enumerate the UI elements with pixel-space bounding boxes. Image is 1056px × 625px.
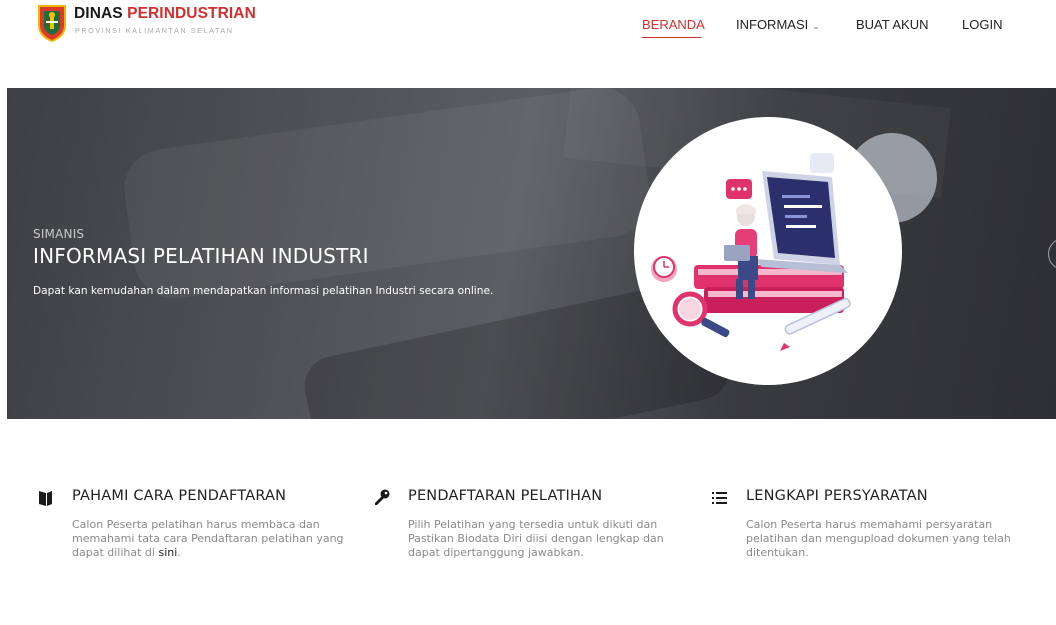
feature-title: PAHAMI CARA PENDAFTARAN: [72, 488, 287, 504]
nav-informasi-label: INFORMASI: [736, 17, 809, 32]
nav-login[interactable]: LOGIN: [962, 17, 1002, 32]
active-nav-underline: [642, 37, 701, 38]
hero-illustration: [634, 117, 902, 385]
feature-title: LENGKAPI PERSYARATAN: [746, 488, 928, 504]
nav-beranda[interactable]: BERANDA: [642, 17, 705, 32]
chevron-down-icon: ⌄: [812, 21, 820, 31]
feature-description: Calon Peserta pelatihan harus membaca da…: [72, 518, 344, 559]
carousel-next-button[interactable]: [1048, 238, 1056, 270]
hero-eyebrow: SIMANIS: [33, 227, 85, 241]
key-icon: [372, 488, 392, 508]
hero-description: Dapat kan kemudahan dalam mendapatkan in…: [33, 285, 494, 297]
feature-description: Calon Peserta harus memahami persyaratan…: [746, 518, 1011, 559]
feature-title: PENDAFTARAN PELATIHAN: [408, 488, 603, 504]
hero-banner: SIMANIS INFORMASI PELATIHAN INDUSTRI Dap…: [7, 88, 1056, 419]
feature-description: Pilih Pelatihan yang tersedia untuk diku…: [408, 518, 664, 559]
hero-title: INFORMASI PELATIHAN INDUSTRI: [33, 244, 369, 268]
book-icon: [36, 488, 56, 508]
nav-informasi[interactable]: INFORMASI ⌄: [736, 17, 820, 32]
nav-buat-akun[interactable]: BUAT AKUN: [856, 17, 928, 32]
site-header: DINAS PERINDUSTRIAN PROVINSI KALIMANTAN …: [0, 0, 1056, 60]
brand-title: DINAS PERINDUSTRIAN: [74, 5, 256, 22]
emblem-logo[interactable]: [36, 3, 68, 43]
list-icon: [710, 488, 730, 508]
brand-subtitle: PROVINSI KALIMANTAN SELATAN: [75, 26, 234, 35]
guide-link[interactable]: sini: [158, 546, 177, 559]
